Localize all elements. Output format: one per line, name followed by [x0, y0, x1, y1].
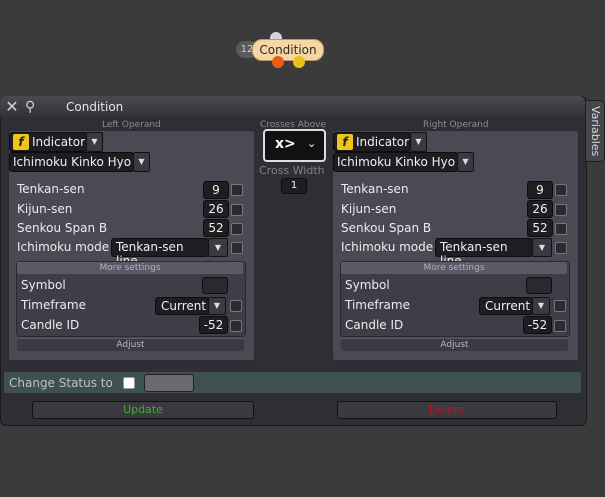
- left-more-settings-header[interactable]: More settings: [17, 262, 243, 274]
- update-button[interactable]: Update: [32, 401, 254, 419]
- operator-value: x>: [275, 136, 296, 152]
- chevron-down-icon: ⌄: [307, 137, 317, 150]
- left-type-value: Indicator: [32, 135, 86, 149]
- right-adjust-button[interactable]: Adjust: [341, 338, 568, 351]
- right-mode-select[interactable]: Tenkan-sen line: [435, 238, 533, 268]
- right-mode-checkbox[interactable]: [555, 242, 567, 254]
- left-candle-checkbox[interactable]: [230, 320, 242, 332]
- left-candle-label: Candle ID: [21, 318, 80, 332]
- node-output-connector-yellow[interactable]: [293, 56, 305, 68]
- left-timeframe-label: Timeframe: [21, 298, 86, 312]
- chevron-down-icon[interactable]: ▼: [532, 297, 550, 315]
- right-candle-checkbox[interactable]: [554, 320, 566, 332]
- right-type-select[interactable]: f Indicator: [333, 132, 411, 152]
- cross-width-label: Cross Width: [259, 164, 325, 177]
- right-more-settings-header[interactable]: More settings: [341, 262, 567, 274]
- right-tenkan-checkbox[interactable]: [555, 184, 567, 196]
- left-senkou-input[interactable]: 52: [203, 219, 229, 237]
- cross-width-input[interactable]: 1: [281, 178, 307, 194]
- chevron-down-icon[interactable]: ▼: [86, 132, 103, 152]
- chevron-down-icon[interactable]: ▼: [457, 152, 474, 172]
- node-output-connector-orange[interactable]: [272, 56, 284, 68]
- right-kijun-checkbox[interactable]: [555, 204, 567, 216]
- left-senkou-checkbox[interactable]: [231, 223, 243, 235]
- left-adjust-button[interactable]: Adjust: [17, 338, 244, 351]
- left-timeframe-value: Current: [161, 299, 207, 313]
- right-timeframe-value: Current: [485, 299, 531, 313]
- change-status-checkbox[interactable]: [123, 377, 135, 389]
- right-symbol-label: Symbol: [345, 278, 390, 292]
- right-mode-label: Ichimoku mode: [341, 240, 434, 254]
- left-timeframe-checkbox[interactable]: [230, 300, 242, 312]
- change-status-label: Change Status to: [9, 376, 113, 390]
- dialog-title: Condition: [66, 100, 124, 114]
- left-tenkan-input[interactable]: 9: [203, 181, 229, 199]
- left-kijun-input[interactable]: 26: [203, 200, 229, 218]
- function-icon: f: [337, 134, 353, 150]
- right-indicator-value: Ichimoku Kinko Hyo: [337, 155, 456, 169]
- right-senkou-input[interactable]: 52: [527, 219, 553, 237]
- left-type-select[interactable]: f Indicator: [9, 132, 87, 152]
- left-symbol-input[interactable]: [202, 277, 228, 294]
- right-param-label: Tenkan-sen: [341, 182, 409, 196]
- right-operand-label: Right Operand: [423, 120, 489, 130]
- close-icon[interactable]: ✕: [4, 99, 20, 115]
- left-indicator-select[interactable]: Ichimoku Kinko Hyo: [9, 152, 134, 172]
- left-mode-checkbox[interactable]: [231, 242, 243, 254]
- chevron-down-icon[interactable]: ▼: [133, 152, 150, 172]
- right-indicator-select[interactable]: Ichimoku Kinko Hyo: [333, 152, 458, 172]
- left-mode-label: Ichimoku mode: [17, 240, 110, 254]
- right-candle-label: Candle ID: [345, 318, 404, 332]
- left-param-label: Senkou Span B: [17, 221, 108, 235]
- pin-icon[interactable]: ⚲: [25, 99, 51, 115]
- right-timeframe-checkbox[interactable]: [554, 300, 566, 312]
- right-candle-input[interactable]: -52: [523, 316, 552, 334]
- left-kijun-checkbox[interactable]: [231, 204, 243, 216]
- right-param-label: Senkou Span B: [341, 221, 432, 235]
- chevron-down-icon[interactable]: ▼: [532, 238, 552, 257]
- right-symbol-input[interactable]: [526, 277, 552, 294]
- right-type-value: Indicator: [356, 135, 410, 149]
- left-tenkan-checkbox[interactable]: [231, 184, 243, 196]
- chevron-down-icon[interactable]: ▼: [208, 297, 226, 315]
- condition-node[interactable]: Condition: [252, 39, 324, 61]
- delete-button[interactable]: Delete: [337, 401, 557, 419]
- variables-tab[interactable]: Variables: [585, 100, 605, 162]
- left-param-label: Tenkan-sen: [17, 182, 85, 196]
- left-operand-label: Left Operand: [102, 120, 161, 130]
- right-param-label: Kijun-sen: [341, 202, 397, 216]
- right-timeframe-label: Timeframe: [345, 298, 410, 312]
- function-icon: f: [13, 134, 29, 150]
- left-param-label: Kijun-sen: [17, 202, 73, 216]
- left-timeframe-select[interactable]: Current: [155, 297, 209, 315]
- right-timeframe-select[interactable]: Current: [479, 297, 533, 315]
- status-select[interactable]: [144, 374, 194, 392]
- right-kijun-input[interactable]: 26: [527, 200, 553, 218]
- chevron-down-icon[interactable]: ▼: [208, 238, 228, 257]
- left-symbol-label: Symbol: [21, 278, 66, 292]
- chevron-down-icon[interactable]: ▼: [410, 132, 427, 152]
- left-candle-input[interactable]: -52: [199, 316, 228, 334]
- operator-select[interactable]: x> ⌄: [263, 129, 326, 162]
- right-senkou-checkbox[interactable]: [555, 223, 567, 235]
- left-mode-select[interactable]: Tenkan-sen line: [111, 238, 209, 268]
- left-indicator-value: Ichimoku Kinko Hyo: [13, 155, 132, 169]
- right-tenkan-input[interactable]: 9: [527, 181, 553, 199]
